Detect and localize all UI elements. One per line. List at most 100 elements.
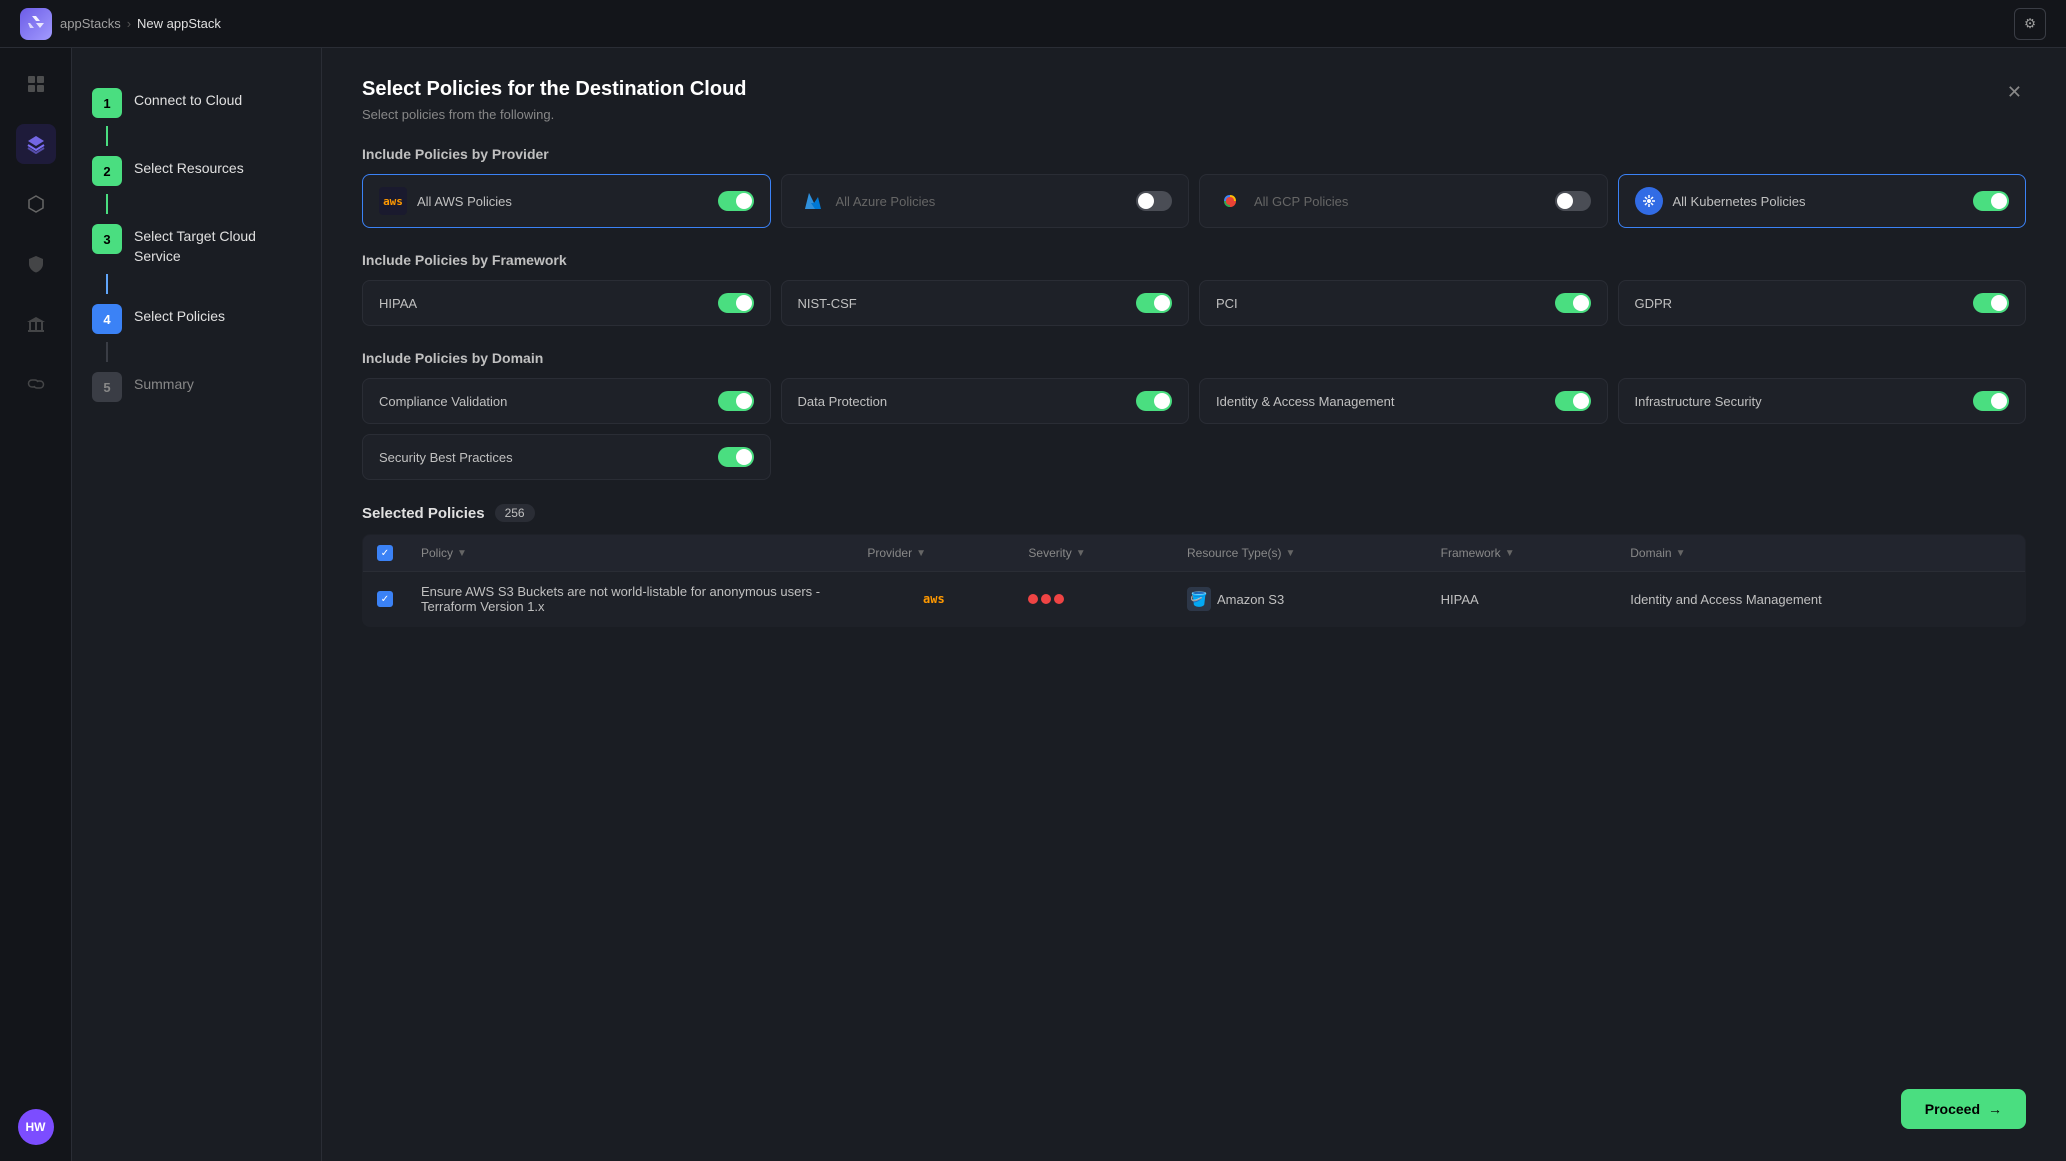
wizard-step-1: 1 Connect to Cloud xyxy=(92,78,301,146)
step-label-3[interactable]: Select Target Cloud Service xyxy=(134,222,301,266)
framework-card-gdpr[interactable]: GDPR xyxy=(1618,280,2027,326)
k8s-toggle[interactable] xyxy=(1973,191,2009,211)
breadcrumb-separator: › xyxy=(127,16,131,31)
gdpr-toggle[interactable] xyxy=(1973,293,2009,313)
proceed-button[interactable]: Proceed → xyxy=(1901,1089,2026,1129)
resource-sort-icon: ▼ xyxy=(1285,548,1295,559)
domain-card-infra[interactable]: Infrastructure Security xyxy=(1618,378,2027,424)
iam-label: Identity & Access Management xyxy=(1216,394,1394,409)
iam-toggle[interactable] xyxy=(1555,391,1591,411)
policy-sort[interactable]: Policy ▼ xyxy=(421,546,839,560)
pci-label: PCI xyxy=(1216,296,1238,311)
step-label-5[interactable]: Summary xyxy=(134,370,194,395)
step-line-3 xyxy=(106,274,108,294)
top-bar-right: ⚙ xyxy=(2014,8,2046,40)
security-toggle[interactable] xyxy=(718,447,754,467)
sidebar-icon-grid[interactable] xyxy=(16,64,56,104)
domain-card-data[interactable]: Data Protection xyxy=(781,378,1190,424)
step-badge-2: 2 xyxy=(92,156,122,186)
sidebar-icon-shield[interactable] xyxy=(16,244,56,284)
proceed-arrow-icon: → xyxy=(1988,1101,2002,1117)
provider-card-aws[interactable]: aws All AWS Policies xyxy=(362,174,771,228)
compliance-toggle[interactable] xyxy=(718,391,754,411)
domain-card-iam[interactable]: Identity & Access Management xyxy=(1199,378,1608,424)
gdpr-label: GDPR xyxy=(1635,296,1673,311)
left-sidebar: HW xyxy=(0,48,72,1161)
sidebar-icon-link[interactable] xyxy=(16,364,56,404)
severity-dot-3 xyxy=(1054,594,1064,604)
top-bar-left: appStacks › New appStack xyxy=(20,8,221,40)
select-all-checkbox[interactable]: ✓ xyxy=(377,545,393,561)
k8s-label: All Kubernetes Policies xyxy=(1673,194,1806,209)
domain-grid-row2: Security Best Practices xyxy=(362,434,2026,480)
step-label-4[interactable]: Select Policies xyxy=(134,302,225,327)
framework-sort-icon: ▼ xyxy=(1505,548,1515,559)
framework-col-header: Framework ▼ xyxy=(1427,535,1617,572)
domain-card-security[interactable]: Security Best Practices xyxy=(362,434,771,480)
by-provider-section: Include Policies by Provider aws All AWS… xyxy=(362,146,2026,228)
framework-card-pci[interactable]: PCI xyxy=(1199,280,1608,326)
aws-toggle[interactable] xyxy=(718,191,754,211)
severity-indicator xyxy=(1028,594,1159,604)
app-logo xyxy=(20,8,52,40)
panel-title: Select Policies for the Destination Clou… xyxy=(362,78,747,101)
data-toggle[interactable] xyxy=(1136,391,1172,411)
azure-icon xyxy=(798,187,826,215)
sidebar-icon-hexagon[interactable] xyxy=(16,184,56,224)
settings-button[interactable]: ⚙ xyxy=(2014,8,2046,40)
framework-card-nist[interactable]: NIST-CSF xyxy=(781,280,1190,326)
provider-col-header: Provider ▼ xyxy=(853,535,1014,572)
row-checkbox[interactable]: ✓ xyxy=(377,591,393,607)
azure-toggle[interactable] xyxy=(1136,191,1172,211)
aws-icon: aws xyxy=(379,187,407,215)
wizard-step-2: 2 Select Resources xyxy=(92,146,301,214)
wizard-step-4: 4 Select Policies xyxy=(92,294,301,362)
aws-label: All AWS Policies xyxy=(417,194,512,209)
step-label-1[interactable]: Connect to Cloud xyxy=(134,86,242,111)
sidebar-icon-bank[interactable] xyxy=(16,304,56,344)
policies-count-badge: 256 xyxy=(495,504,535,522)
step-badge-3: 3 xyxy=(92,224,122,254)
hipaa-toggle[interactable] xyxy=(718,293,754,313)
aws-provider-icon: aws xyxy=(867,592,1000,606)
policy-col-header: Policy ▼ xyxy=(407,535,853,572)
infra-toggle[interactable] xyxy=(1973,391,2009,411)
step-badge-1: 1 xyxy=(92,88,122,118)
by-framework-section: Include Policies by Framework HIPAA NIST… xyxy=(362,252,2026,326)
policies-table-body: ✓ Ensure AWS S3 Buckets are not world-li… xyxy=(363,572,2026,627)
provider-sort-icon: ▼ xyxy=(916,548,926,559)
provider-cell: aws xyxy=(853,572,1014,627)
provider-sort[interactable]: Provider ▼ xyxy=(867,546,1000,560)
select-all-th: ✓ xyxy=(363,535,408,572)
sidebar-icon-layers[interactable] xyxy=(16,124,56,164)
by-framework-title: Include Policies by Framework xyxy=(362,252,2026,268)
breadcrumb: appStacks › New appStack xyxy=(60,16,221,31)
main-panel: Select Policies for the Destination Clou… xyxy=(322,48,2066,1161)
user-avatar[interactable]: HW xyxy=(18,1109,54,1145)
domain-card-compliance[interactable]: Compliance Validation xyxy=(362,378,771,424)
severity-sort[interactable]: Severity ▼ xyxy=(1028,546,1159,560)
domain-sort[interactable]: Domain ▼ xyxy=(1630,546,2011,560)
step-label-2[interactable]: Select Resources xyxy=(134,154,244,179)
framework-cell: HIPAA xyxy=(1427,572,1617,627)
policies-table: ✓ Policy ▼ Provider xyxy=(362,534,2026,627)
breadcrumb-root[interactable]: appStacks xyxy=(60,16,121,31)
gcp-icon xyxy=(1216,187,1244,215)
pci-toggle[interactable] xyxy=(1555,293,1591,313)
gcp-toggle[interactable] xyxy=(1555,191,1591,211)
framework-card-hipaa[interactable]: HIPAA xyxy=(362,280,771,326)
framework-sort[interactable]: Framework ▼ xyxy=(1441,546,1603,560)
table-row: ✓ Ensure AWS S3 Buckets are not world-li… xyxy=(363,572,2026,627)
azure-label: All Azure Policies xyxy=(836,194,936,209)
compliance-label: Compliance Validation xyxy=(379,394,507,409)
domain-cell: Identity and Access Management xyxy=(1616,572,2025,627)
panel-top: Select Policies for the Destination Clou… xyxy=(362,78,2026,146)
provider-card-azure[interactable]: All Azure Policies xyxy=(781,174,1190,228)
selected-policies-header: Selected Policies 256 xyxy=(362,504,2026,522)
provider-card-k8s[interactable]: All Kubernetes Policies xyxy=(1618,174,2027,228)
nist-toggle[interactable] xyxy=(1136,293,1172,313)
provider-card-gcp[interactable]: All GCP Policies xyxy=(1199,174,1608,228)
resource-sort[interactable]: Resource Type(s) ▼ xyxy=(1187,546,1413,560)
infra-label: Infrastructure Security xyxy=(1635,394,1762,409)
close-button[interactable]: ✕ xyxy=(2003,78,2026,107)
